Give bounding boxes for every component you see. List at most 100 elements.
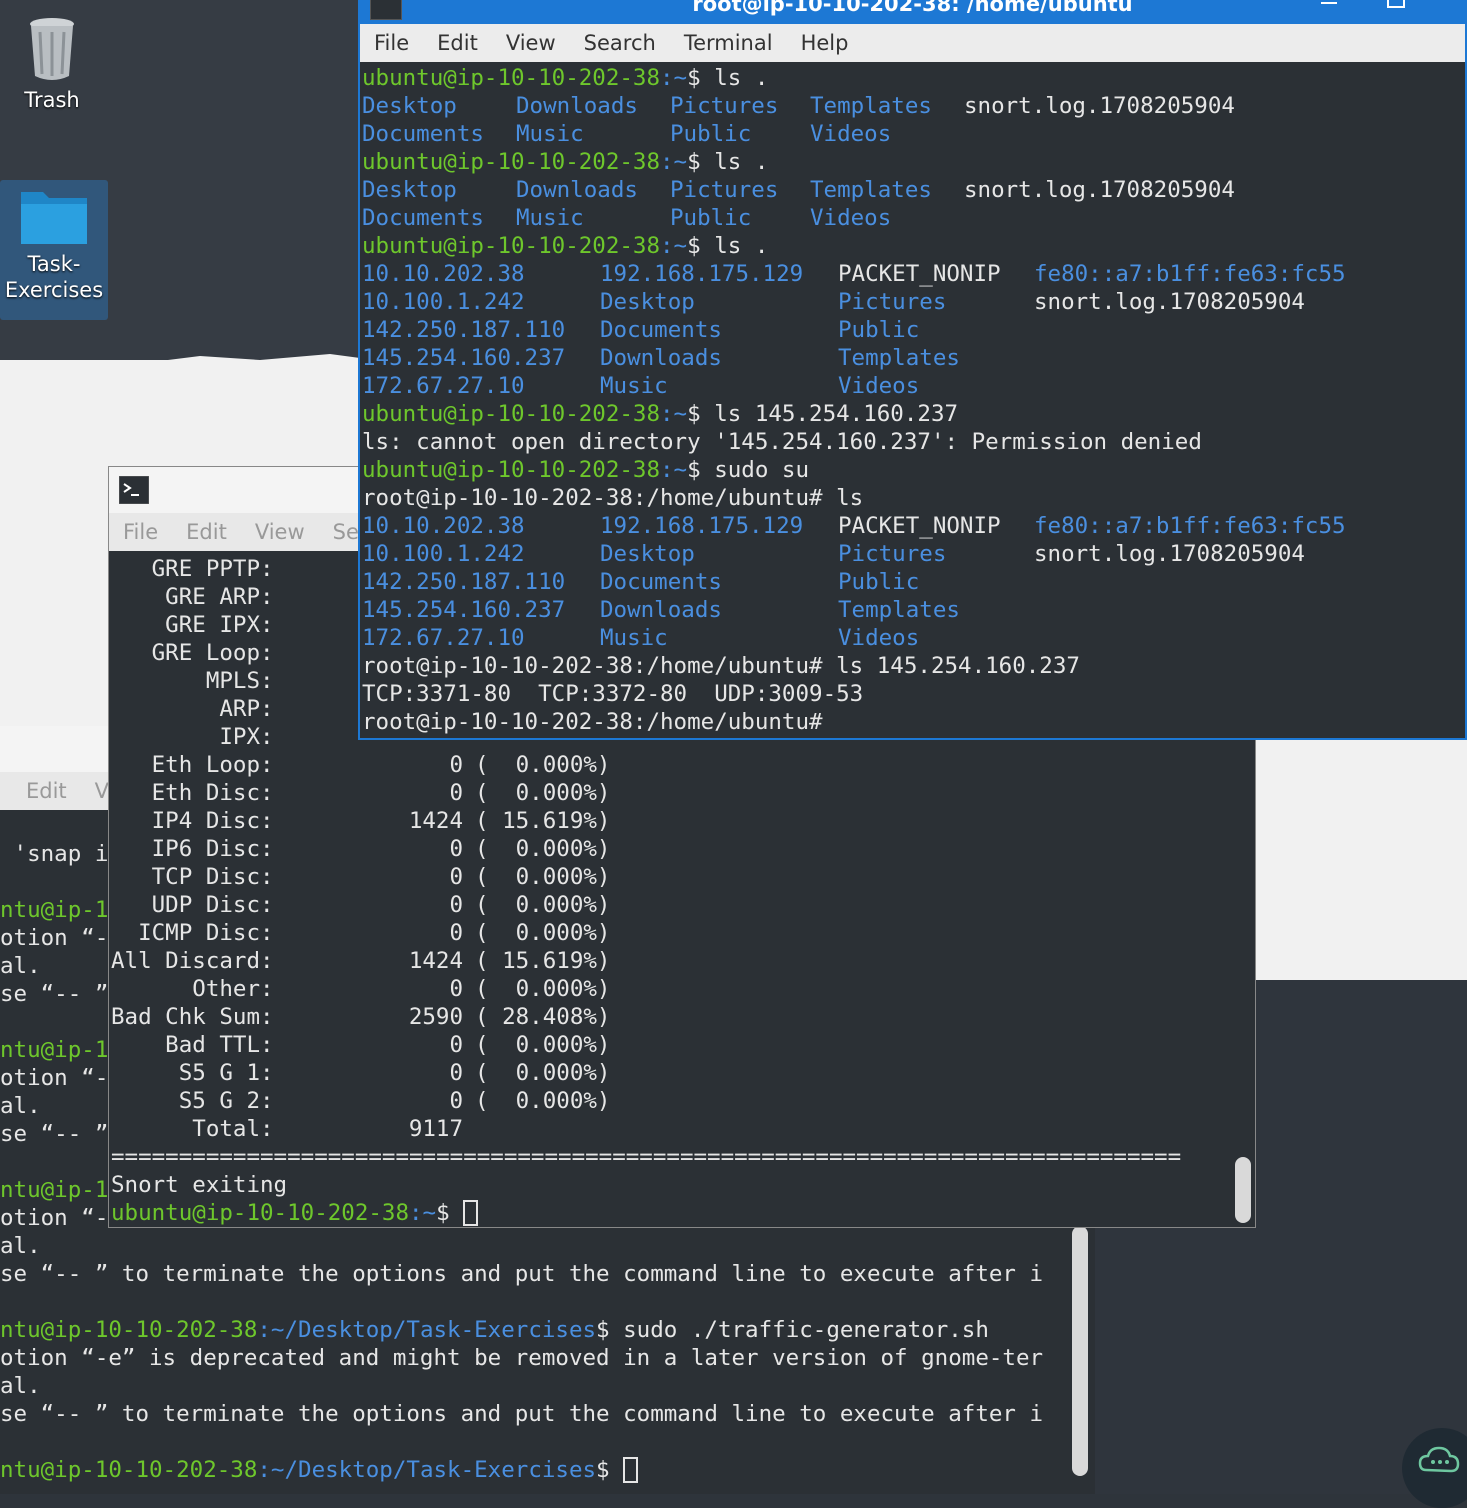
file-entry: 142.250.187.110 [362, 317, 566, 343]
snort-terminal-scrollbar[interactable] [1235, 1157, 1251, 1223]
stat-percent: ( 0.000%) [475, 780, 611, 806]
file-entry: Public [670, 121, 752, 147]
desktop-icon-task-exercises[interactable]: Task- Exercises [0, 180, 108, 320]
file-entry: Pictures [670, 177, 779, 203]
text-cursor [623, 1457, 639, 1483]
prompt-path: :~ [409, 1200, 437, 1226]
command-text: ls 145.254.160.237 [714, 401, 959, 427]
stat-value: 0 [449, 976, 463, 1002]
stat-row: All Discard: 1424 ( 15.619%) [111, 947, 1181, 975]
terminal-line: otion “-e” is deprecated and might be re… [0, 1344, 1043, 1372]
output-text: root@ip-10-10-202-38:/home/ubuntu# ls [362, 485, 864, 511]
prompt-user: ntu@ip-1 [0, 1037, 109, 1063]
stat-label: GRE IPX: [111, 612, 274, 638]
stat-label: Bad TTL: [111, 1032, 274, 1058]
prompt-symbol: $ [596, 1457, 624, 1483]
output-text: otion “-e” is deprecated and might be re… [0, 1345, 1044, 1371]
task-exercises-label-2: Exercises [4, 278, 104, 302]
output-text: otion “-e [0, 925, 122, 951]
main-terminal-window[interactable]: root@ip-10-10-202-38: /home/ubuntu File … [358, 0, 1467, 740]
file-entry: 145.254.160.237 [362, 345, 566, 371]
file-entry: Desktop [362, 177, 457, 203]
prompt-user: ntu@ip-1 [0, 897, 109, 923]
terminal-line: ntu@ip-10-10-202-38:~/Desktop/Task-Exerc… [0, 1316, 1043, 1344]
menu-edit[interactable]: Edit [26, 779, 67, 803]
terminal-line: Documents Music Public Videos [362, 204, 1202, 232]
stat-percent: ( 0.000%) [475, 1032, 611, 1058]
terminal-line: ubuntu@ip-10-10-202-38:~$ sudo su [362, 456, 1202, 484]
prompt-user: ubuntu@ip-10-10-202-38 [362, 401, 661, 427]
output-text: al. [0, 1093, 41, 1119]
output-text: se “-- ” [0, 981, 109, 1007]
menu-file[interactable]: File [123, 520, 158, 544]
desktop-icon-trash[interactable]: Trash [12, 14, 92, 113]
folder-icon [21, 192, 87, 244]
menu-search[interactable]: Search [584, 31, 656, 55]
maximize-icon[interactable] [1387, 0, 1405, 8]
output-text: 'snap i [0, 841, 109, 867]
minimize-icon[interactable] [1321, 2, 1337, 4]
text-cursor [463, 1200, 479, 1226]
file-entry: Music [516, 121, 584, 147]
stat-row: Other: 0 ( 0.000%) [111, 975, 1181, 1003]
menu-view[interactable]: V [95, 779, 109, 803]
stat-row: ICMP Disc: 0 ( 0.000%) [111, 919, 1181, 947]
menu-view[interactable]: View [255, 520, 305, 544]
exit-line: Snort exiting [111, 1171, 1181, 1199]
terminal-line: Desktop Downloads Pictures Templates snort.l… [362, 92, 1235, 120]
stat-value: 0 [449, 836, 463, 862]
file-entry: Pictures [838, 541, 947, 567]
menu-file[interactable]: File [374, 31, 409, 55]
file-entry: 10.100.1.242 [362, 289, 525, 315]
main-terminal-titlebar[interactable]: root@ip-10-10-202-38: /home/ubuntu [360, 0, 1465, 26]
stat-label: UDP Disc: [111, 892, 274, 918]
terminal-line: root@ip-10-10-202-38:/home/ubuntu# ls 14… [362, 652, 1202, 680]
stat-label: IP4 Disc: [111, 808, 274, 834]
file-entry: Videos [810, 121, 892, 147]
output-text: al. [0, 1373, 41, 1399]
menu-edit[interactable]: Edit [437, 31, 478, 55]
file-entry: Music [600, 373, 668, 399]
prompt-symbol: $ [687, 457, 715, 483]
output-text: se “-- ” to terminate the options and pu… [0, 1261, 1044, 1287]
stat-value: 0 [449, 892, 463, 918]
terminal-line: ntu@ip-10-10-202-38:~/Desktop/Task-Exerc… [0, 1456, 1043, 1484]
menu-terminal[interactable]: Terminal [684, 31, 773, 55]
stat-row: S5 G 1: 0 ( 0.000%) [111, 1059, 1181, 1087]
terminal-line: TCP:3371-80 TCP:3372-80 UDP:3009-53 [362, 680, 1202, 708]
prompt-symbol: $ [596, 1317, 624, 1343]
file-entry: 192.168.175.129 [600, 261, 804, 287]
file-entry: Templates [810, 93, 932, 119]
menu-help[interactable]: Help [801, 31, 849, 55]
terminal-line: se “-- ” to terminate the options and pu… [0, 1260, 1043, 1288]
file-entry: Desktop [600, 289, 695, 315]
command-text: sudo su [714, 457, 810, 483]
chat-bubble-button[interactable] [1402, 1428, 1467, 1508]
file-entry: Documents [600, 569, 722, 595]
separator-line: ========================================… [111, 1143, 1181, 1171]
exit-message: Snort exiting [111, 1172, 288, 1198]
prompt-path: :~ [660, 65, 688, 91]
file-entry: Documents [362, 205, 484, 231]
menu-search[interactable]: Se [333, 520, 359, 544]
menu-edit[interactable]: Edit [186, 520, 227, 544]
main-terminal-menubar: File Edit View Search Terminal Help [360, 24, 1465, 62]
stat-value: 1424 [408, 808, 463, 834]
file-entry: Downloads [516, 177, 638, 203]
back-terminal-scrollbar[interactable] [1072, 1226, 1088, 1476]
file-entry: Pictures [670, 93, 779, 119]
menu-view[interactable]: View [506, 31, 556, 55]
file-entry: 142.250.187.110 [362, 569, 566, 595]
output-text: se “-- ” [0, 1121, 109, 1147]
output-text: root@ip-10-10-202-38:/home/ubuntu# [362, 709, 823, 735]
stat-row: TCP Disc: 0 ( 0.000%) [111, 863, 1181, 891]
file-entry: Public [670, 205, 752, 231]
stat-label: TCP Disc: [111, 864, 274, 890]
command-text: sudo ./traffic-generator.sh [623, 1317, 989, 1343]
terminal-line: al. [0, 1232, 1043, 1260]
stat-label: IPX: [111, 724, 274, 750]
stat-percent: ( 15.619%) [475, 948, 611, 974]
stat-value: 2590 [408, 1004, 463, 1030]
